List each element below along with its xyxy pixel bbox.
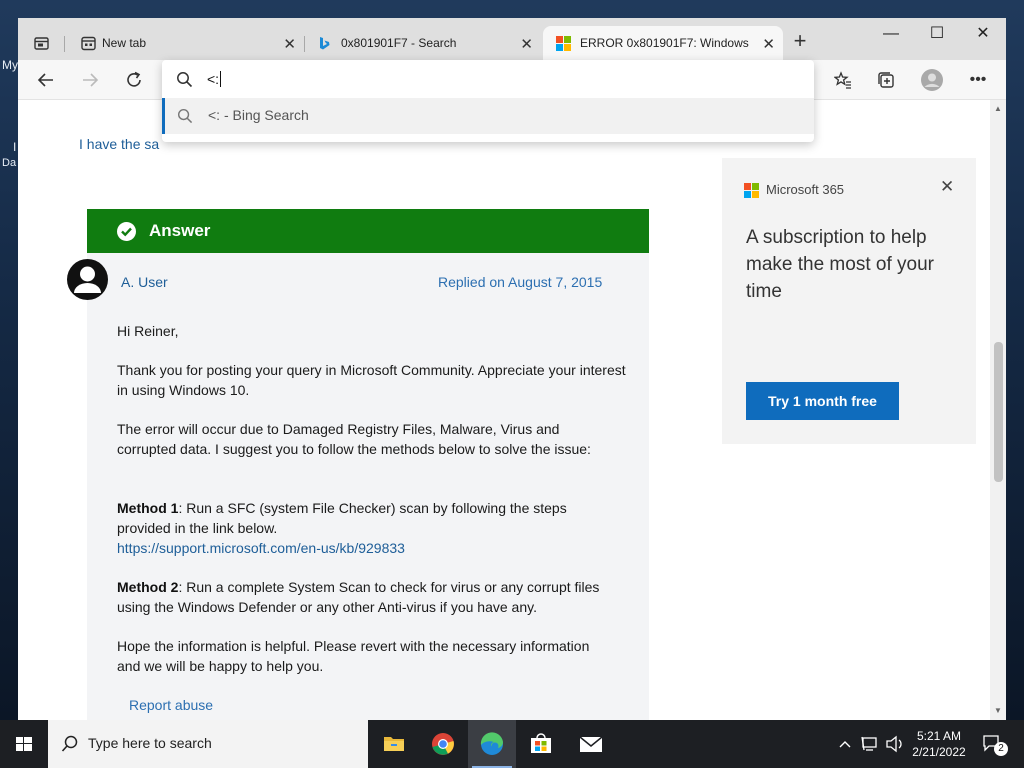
favorites-icon [833, 71, 851, 89]
tab-actions-icon[interactable] [34, 36, 49, 51]
greeting: Hi Reiner, [117, 323, 179, 339]
start-button[interactable] [0, 720, 48, 768]
refresh-button[interactable] [116, 60, 152, 100]
ad-close-icon[interactable]: ✕ [940, 177, 954, 197]
microsoft-logo-icon [556, 36, 571, 51]
tab-bing-search[interactable]: 0x801901F7 - Search ✕ [305, 26, 541, 60]
try-free-button[interactable]: Try 1 month free [746, 382, 899, 420]
file-explorer-icon[interactable] [370, 720, 418, 768]
clock-time: 5:21 AM [916, 729, 962, 743]
clock[interactable]: 5:21 AM 2/21/2022 [906, 728, 972, 760]
windows-logo-icon [16, 737, 32, 751]
favorites-button[interactable] [825, 60, 861, 100]
new-tab-button[interactable]: + [788, 30, 812, 54]
notification-count-badge: 2 [994, 742, 1008, 756]
address-bar-dropdown: <: <: - Bing Search [162, 60, 814, 142]
search-icon [177, 108, 193, 129]
clock-date: 2/21/2022 [912, 745, 966, 759]
taskbar-search-placeholder: Type here to search [88, 735, 212, 751]
maximize-button[interactable]: ☐ [914, 18, 960, 50]
tab-separator [64, 36, 65, 52]
ad-headline: A subscription to help make the most of … [746, 227, 934, 302]
tab-label: New tab [102, 36, 147, 50]
collections-icon [878, 72, 894, 88]
have-same-question-link[interactable]: I have the sa [79, 136, 159, 152]
tab-strip: New tab ✕ 0x801901F7 - Search ✕ ERROR 0x… [18, 18, 1006, 60]
tab-error-page[interactable]: ERROR 0x801901F7: Windows St ✕ [543, 26, 783, 60]
paragraph-closing: Hope the information is helpful. Please … [117, 638, 590, 674]
address-input[interactable]: <: [207, 71, 222, 87]
back-button[interactable] [28, 60, 64, 100]
avatar-icon [921, 69, 943, 91]
method-2: Method 2: Run a complete System Scan to … [117, 577, 607, 617]
forward-arrow-icon [83, 73, 99, 87]
report-abuse-link[interactable]: Report abuse [129, 697, 213, 713]
new-tab-page-icon [81, 36, 96, 51]
microsoft-365-ad: Microsoft 365 ✕ A subscription to help m… [722, 158, 976, 444]
more-dots-icon: ••• [969, 71, 987, 88]
tab-label: ERROR 0x801901F7: Windows St [580, 36, 752, 50]
bing-icon [317, 36, 332, 51]
paragraph-cause: The error will occur due to Damaged Regi… [117, 421, 591, 457]
tab-label: 0x801901F7 - Search [341, 36, 457, 50]
close-window-button[interactable]: ✕ [960, 18, 1006, 50]
tab-close-icon[interactable]: ✕ [283, 35, 296, 53]
collections-button[interactable] [868, 60, 904, 100]
show-hidden-icons[interactable] [838, 720, 852, 768]
search-icon [176, 71, 193, 93]
address-input-text: <: [207, 71, 220, 87]
method-1-label: Method 1 [117, 500, 179, 516]
profile-button[interactable] [914, 60, 950, 100]
ad-brand: Microsoft 365 [766, 182, 845, 197]
user-avatar[interactable] [67, 259, 108, 300]
store-icon[interactable] [517, 720, 565, 768]
search-icon [61, 735, 78, 752]
taskbar: Type here to search 5:21 AM 2/21/2022 2 [0, 720, 1024, 768]
scroll-thumb[interactable] [994, 342, 1003, 482]
forward-button[interactable] [72, 60, 108, 100]
paragraph-thanks: Thank you for posting your query in Micr… [117, 362, 626, 398]
suggestion-label: <: - Bing Search [208, 107, 309, 123]
tab-new-tab[interactable]: New tab ✕ [68, 26, 304, 60]
notification-center-button[interactable]: 2 [982, 734, 1008, 756]
minimize-button[interactable]: — [868, 18, 914, 50]
volume-icon[interactable] [884, 720, 906, 768]
method-2-label: Method 2 [117, 579, 179, 595]
author-name[interactable]: A. User [121, 274, 168, 290]
back-arrow-icon [37, 73, 53, 87]
page-scrollbar[interactable]: ▲ ▼ [990, 100, 1006, 720]
replied-date[interactable]: Replied on August 7, 2015 [438, 274, 602, 290]
network-icon[interactable] [860, 720, 882, 768]
desktop-icon-label[interactable]: My [2, 58, 18, 72]
chevron-up-icon [839, 741, 851, 748]
taskbar-search[interactable]: Type here to search [48, 720, 368, 768]
text-caret [220, 71, 222, 87]
tab-close-icon[interactable]: ✕ [762, 35, 775, 53]
scroll-down-icon[interactable]: ▼ [990, 704, 1006, 718]
answer-label: Answer [149, 221, 211, 240]
method-2-text: : Run a complete System Scan to check fo… [117, 579, 600, 615]
settings-more-button[interactable]: ••• [960, 60, 996, 100]
scroll-up-icon[interactable]: ▲ [990, 102, 1006, 116]
kb-link[interactable]: https://support.microsoft.com/en-us/kb/9… [117, 540, 405, 556]
tab-close-icon[interactable]: ✕ [520, 35, 533, 53]
search-suggestion[interactable]: <: - Bing Search [162, 98, 814, 134]
method-1: Method 1: Run a SFC (system File Checker… [117, 498, 607, 558]
microsoft-logo-icon [744, 183, 760, 199]
answer-header: Answer [87, 209, 649, 253]
person-icon [74, 266, 101, 293]
desktop-icon-label[interactable]: Da [2, 157, 16, 169]
checkmark-icon [117, 222, 136, 241]
mail-icon[interactable] [566, 720, 614, 768]
edge-icon[interactable] [468, 720, 516, 768]
chrome-icon[interactable] [419, 720, 467, 768]
page-content: I have the sa Answer A. User Replied on … [18, 100, 990, 720]
method-1-text: : Run a SFC (system File Checker) scan b… [117, 500, 567, 536]
desktop-icon-label[interactable]: I [13, 140, 16, 154]
refresh-icon [127, 71, 141, 87]
